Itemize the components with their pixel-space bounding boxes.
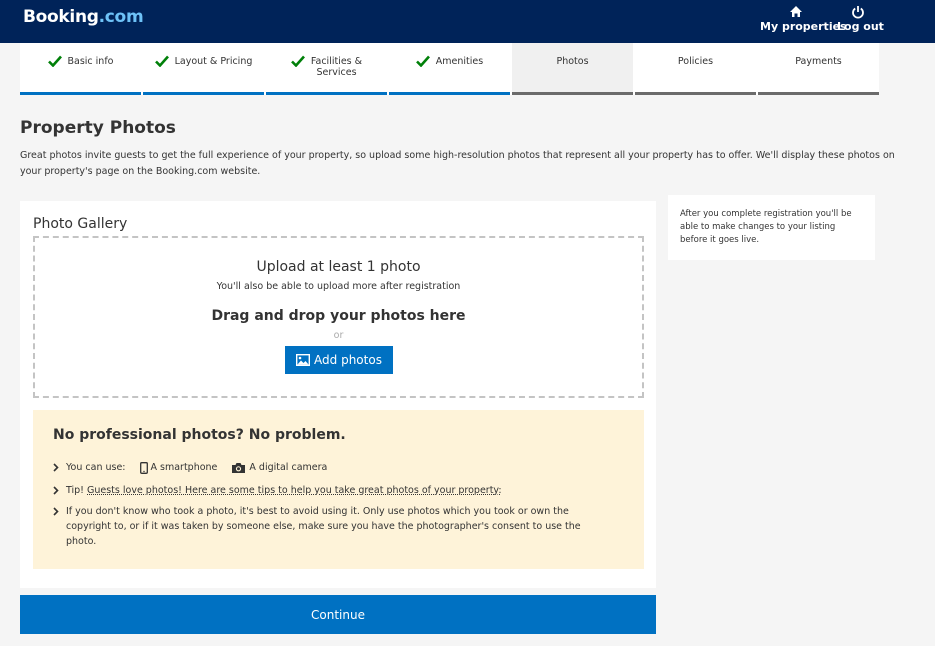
tips-title: No professional photos? No problem. xyxy=(53,427,346,443)
photo-gallery-card: Photo Gallery Upload at least 1 photo Yo… xyxy=(20,201,656,588)
step-bar xyxy=(389,92,510,95)
step-policies[interactable]: Policies xyxy=(635,43,756,95)
step-bar xyxy=(266,92,387,95)
photo-tips-link[interactable]: Guests love photos! Here are some tips t… xyxy=(87,483,502,498)
drag-drop-text: Drag and drop your photos here xyxy=(211,308,466,324)
log-out-label: Log out xyxy=(837,20,884,33)
gallery-title: Photo Gallery xyxy=(33,216,128,232)
page-title: Property Photos xyxy=(20,118,176,138)
booking-logo[interactable]: Booking.com xyxy=(23,7,144,27)
progress-steps: Basic info Layout & Pricing Facilities &… xyxy=(20,43,879,95)
chevron-right-icon xyxy=(53,486,59,495)
step-bar xyxy=(20,92,141,95)
tip-copyright: If you don't know who took a photo, it's… xyxy=(52,504,612,549)
log-out-link[interactable]: Log out xyxy=(837,5,884,33)
step-payments[interactable]: Payments xyxy=(758,43,879,95)
registration-side-note: After you complete registration you'll b… xyxy=(668,195,875,260)
step-bar xyxy=(635,92,756,95)
camera-icon xyxy=(232,462,246,473)
step-photos[interactable]: Photos xyxy=(512,43,633,95)
photo-tips-box: No professional photos? No problem. You … xyxy=(33,410,644,569)
checkmark-icon xyxy=(415,55,430,67)
chevron-right-icon xyxy=(53,507,59,516)
step-layout-pricing[interactable]: Layout & Pricing xyxy=(143,43,264,95)
power-icon xyxy=(852,6,864,19)
my-properties-label: My properties xyxy=(760,20,847,33)
or-text: or xyxy=(333,330,344,341)
step-facilities-services[interactable]: Facilities & Services xyxy=(266,43,387,95)
image-icon xyxy=(296,354,311,366)
step-bar xyxy=(758,92,879,95)
tip-devices: You can use: A smartphone A digital came… xyxy=(52,460,327,475)
step-amenities[interactable]: Amenities xyxy=(389,43,510,95)
smartphone-icon xyxy=(139,461,148,474)
checkmark-icon xyxy=(154,55,169,67)
step-basic-info[interactable]: Basic info xyxy=(20,43,141,95)
top-header: Booking.com My properties Log out xyxy=(0,0,935,43)
add-photos-button[interactable]: Add photos xyxy=(285,346,393,374)
my-properties-link[interactable]: My properties xyxy=(760,5,847,33)
page-intro: Great photos invite guests to get the fu… xyxy=(20,150,895,177)
continue-button[interactable]: Continue xyxy=(20,595,656,634)
home-icon xyxy=(790,6,802,17)
upload-heading: Upload at least 1 photo xyxy=(256,259,421,275)
step-bar xyxy=(143,92,264,95)
tip-guests-love-photos: Tip! Guests love photos! Here are some t… xyxy=(52,483,502,498)
step-bar xyxy=(512,92,633,95)
chevron-right-icon xyxy=(53,463,59,472)
checkmark-icon xyxy=(47,55,62,67)
checkmark-icon xyxy=(291,55,305,67)
upload-subtext: You'll also be able to upload more after… xyxy=(216,281,461,292)
photo-dropzone[interactable]: Upload at least 1 photo You'll also be a… xyxy=(33,236,644,398)
